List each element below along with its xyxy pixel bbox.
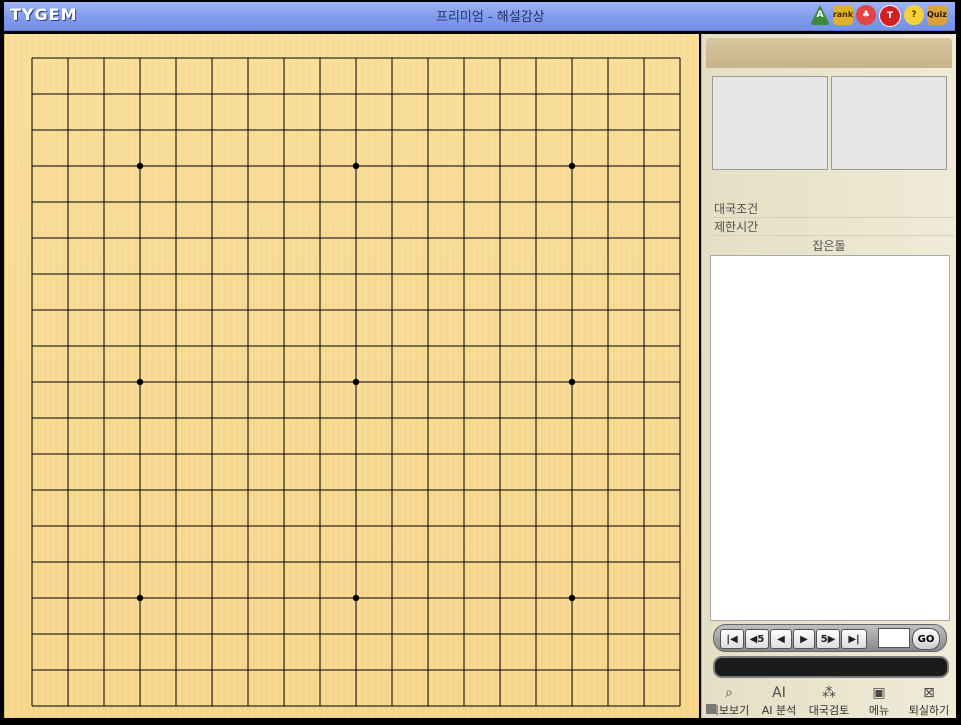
prev-move-button[interactable]: ◀	[770, 629, 792, 649]
star-point	[568, 378, 576, 386]
star-point	[568, 162, 576, 170]
player-white-box	[831, 76, 947, 170]
commentary-box[interactable]	[710, 255, 950, 621]
player-black-box	[712, 76, 828, 170]
menu-label: AI 분석	[761, 704, 797, 717]
next-move-button[interactable]: ▶	[793, 629, 815, 649]
app-logo: TYGEM	[10, 5, 78, 24]
help-icon[interactable]: ?	[904, 5, 924, 25]
menu-ai-analysis[interactable]: AI AI 분석	[754, 686, 804, 718]
go-button[interactable]: GO	[912, 628, 940, 650]
move-number-input[interactable]	[878, 628, 910, 648]
menu-label: 대국검토	[808, 704, 850, 717]
star-point	[136, 162, 144, 170]
rank-icon[interactable]: rank	[833, 5, 853, 25]
title-icons: A rank ♣ T ? Quiz	[810, 5, 947, 27]
ai-icon: AI	[772, 685, 786, 701]
game-progress-bar[interactable]	[713, 656, 949, 678]
bottom-menu: ⌕ 기보보기 AI AI 분석 ⁂ 대국검토 ▣ 메뉴 ⊠ 퇴실하기	[702, 680, 956, 718]
last-move-button[interactable]: ▶|	[841, 629, 867, 649]
title-bar: TYGEM 프리미엄 - 해설감상 A rank ♣ T ? Quiz	[4, 2, 955, 31]
quiz-icon[interactable]: Quiz	[927, 5, 947, 25]
window-title: 프리미엄 - 해설감상	[436, 6, 545, 25]
star-point	[568, 594, 576, 602]
t-icon[interactable]: T	[879, 5, 901, 27]
menu-exit[interactable]: ⊠ 퇴실하기	[904, 686, 954, 718]
time-limit-label: 제한시간	[714, 218, 954, 236]
status-indicator-icon	[706, 704, 716, 714]
book-icon: ▣	[872, 685, 886, 701]
menu-label: 퇴실하기	[908, 704, 950, 717]
captured-stones-label: 잡은돌	[812, 239, 846, 253]
game-condition-label: 대국조건	[714, 200, 954, 218]
star-point	[136, 594, 144, 602]
star-point	[352, 162, 360, 170]
menu-game-review[interactable]: ⁂ 대국검토	[804, 686, 854, 718]
navigation-bar: |◀ ◀5 ◀ ▶ 5▶ ▶| GO	[713, 624, 947, 652]
fwd-5-button[interactable]: 5▶	[816, 629, 840, 649]
back-5-button[interactable]: ◀5	[745, 629, 769, 649]
star-point	[136, 378, 144, 386]
stones-icon: ⁂	[822, 685, 836, 701]
star-point	[352, 594, 360, 602]
window-title-text: 프리미엄 - 해설감상	[436, 10, 545, 25]
board-grid[interactable]	[5, 34, 699, 718]
panel-header	[706, 38, 952, 68]
menu-label: 메뉴	[868, 704, 890, 717]
go-board[interactable]	[4, 34, 699, 718]
exit-icon: ⊠	[923, 685, 935, 701]
search-icon: ⌕	[725, 685, 733, 701]
a-icon[interactable]: A	[810, 5, 830, 25]
menu-main[interactable]: ▣ 메뉴	[854, 686, 904, 718]
first-move-button[interactable]: |◀	[720, 629, 744, 649]
star-point	[352, 378, 360, 386]
bird-icon[interactable]: ♣	[856, 5, 876, 25]
right-panel: 대국조건 제한시간 잡은돌 |◀ ◀5 ◀ ▶ 5▶ ▶| GO ⌕ 기보보기 …	[701, 34, 956, 718]
application-frame: TYGEM 프리미엄 - 해설감상 A rank ♣ T ? Quiz 대국조건…	[0, 0, 961, 725]
